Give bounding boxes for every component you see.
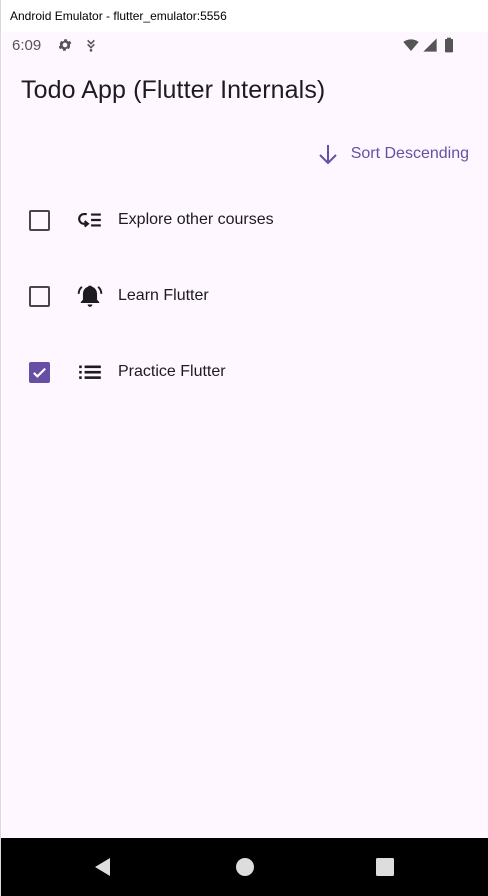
arrow-down-icon xyxy=(318,145,337,165)
todo-item[interactable]: Explore other courses xyxy=(2,182,488,258)
emulator-window: Android Emulator - flutter_emulator:5556… xyxy=(0,0,488,896)
todo-checkbox[interactable] xyxy=(29,285,50,307)
status-bar: 6:09 xyxy=(2,32,488,58)
todo-label: Practice Flutter xyxy=(118,363,226,380)
signal-icon xyxy=(423,38,437,52)
recents-icon[interactable] xyxy=(373,855,397,879)
gear-icon xyxy=(58,39,72,51)
list-icon xyxy=(79,365,101,379)
todo-label: Explore other courses xyxy=(118,211,274,228)
playlist-icon xyxy=(78,212,101,228)
back-icon[interactable] xyxy=(91,855,115,879)
navigation-bar xyxy=(1,838,488,896)
window-titlebar[interactable]: Android Emulator - flutter_emulator:5556 xyxy=(1,0,488,32)
todo-list: Explore other courses Learn Flutter Prac… xyxy=(2,182,488,410)
todo-item[interactable]: Learn Flutter xyxy=(2,258,488,334)
todo-checkbox[interactable] xyxy=(29,209,50,231)
todo-label: Learn Flutter xyxy=(118,287,209,304)
window-title: Android Emulator - flutter_emulator:5556 xyxy=(10,9,227,23)
phone-screen: 6:09 Todo App (Flutter Internals) Sort D… xyxy=(2,32,488,838)
sort-label: Sort Descending xyxy=(350,145,469,162)
page-title: Todo App (Flutter Internals) xyxy=(21,76,326,104)
todo-item[interactable]: Practice Flutter xyxy=(2,334,488,410)
sort-button[interactable]: Sort Descending xyxy=(316,140,469,168)
home-icon[interactable] xyxy=(233,855,257,879)
bell-icon xyxy=(77,285,103,307)
check-icon xyxy=(33,367,46,378)
status-time: 6:09 xyxy=(12,37,42,54)
wifi-icon xyxy=(403,39,419,51)
battery-icon xyxy=(445,37,453,53)
download-icon xyxy=(87,39,95,52)
todo-checkbox[interactable] xyxy=(29,361,50,383)
